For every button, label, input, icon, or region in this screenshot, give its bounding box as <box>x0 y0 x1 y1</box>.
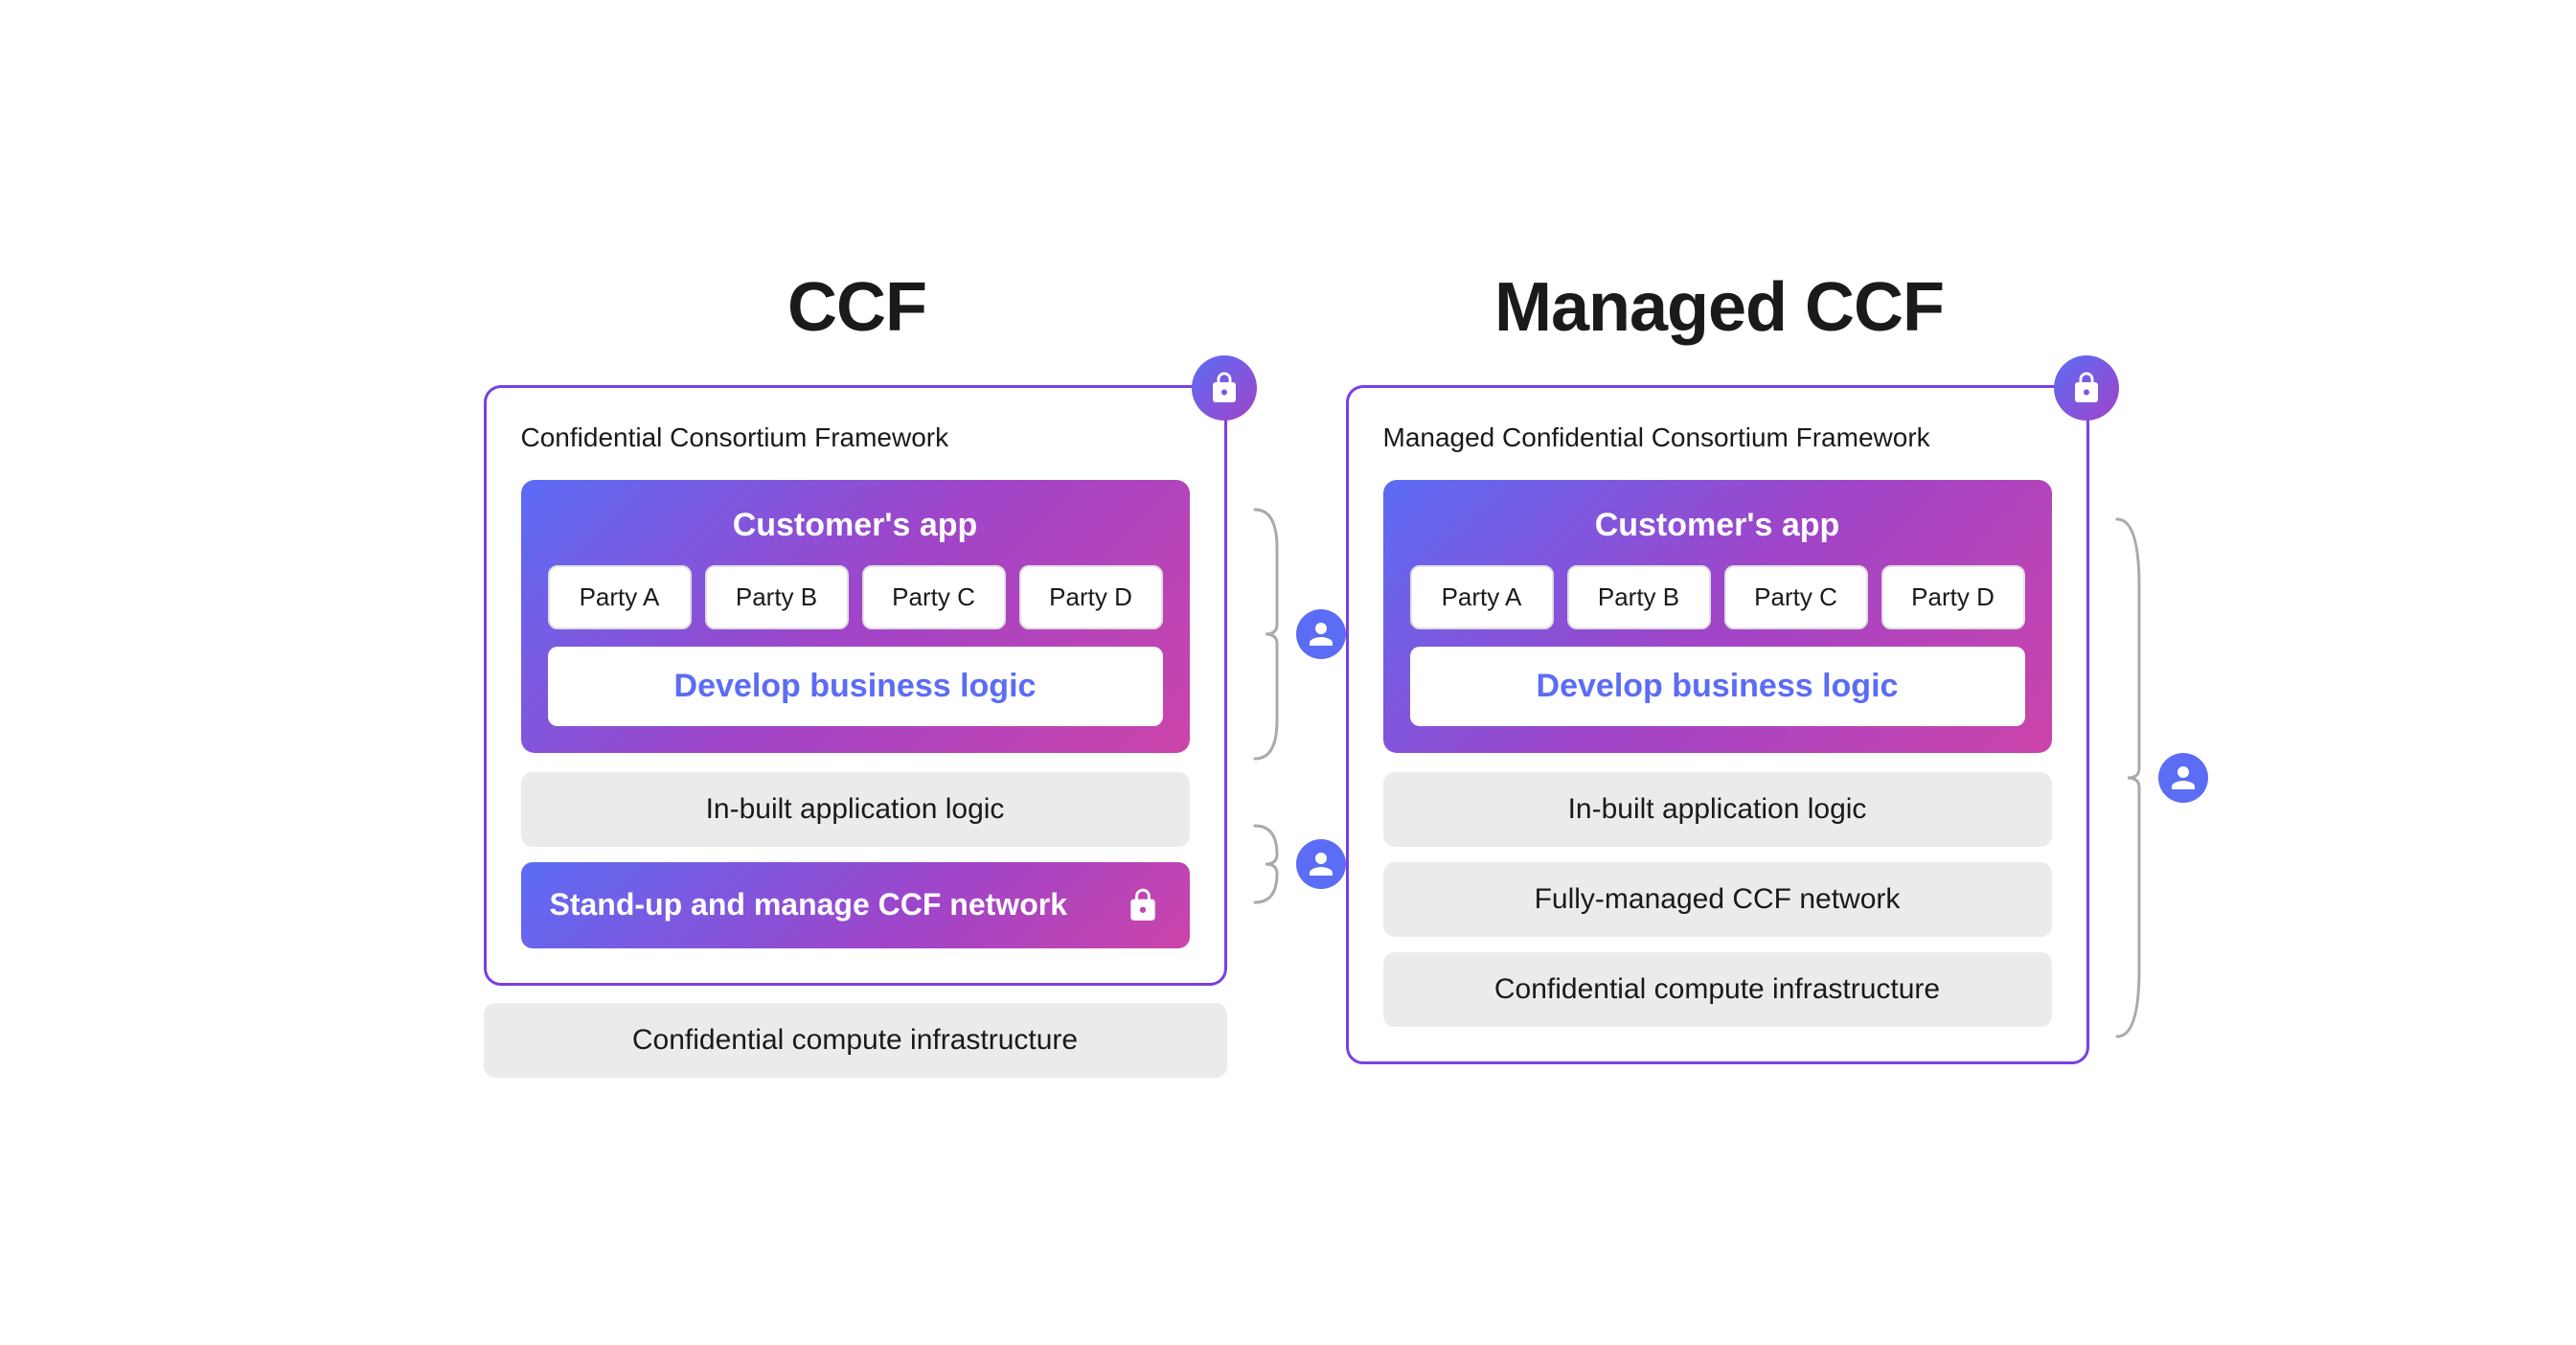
managed-ccf-side-annotations <box>2112 385 2208 1075</box>
ccf-confidential-text: Confidential compute infrastructure <box>632 1024 1078 1056</box>
managed-ccf-diagram: Managed CCF Managed Confidential Consort… <box>1346 268 2093 1075</box>
ccf-inbuilt-box: In-built application logic <box>521 772 1190 847</box>
managed-ccf-party-c: Party C <box>1724 565 1868 629</box>
lock-icon <box>1207 371 1242 405</box>
ccf-party-d: Party D <box>1019 565 1163 629</box>
ccf-diagram-with-side: Confidential Consortium Framework Custom… <box>484 385 1231 1078</box>
ccf-brace-bottom-svg <box>1250 816 1279 912</box>
managed-ccf-diagram-with-side: Managed Confidential Consortium Framewor… <box>1346 385 2093 1075</box>
ccf-confidential-box: Confidential compute infrastructure <box>484 1003 1227 1078</box>
managed-ccf-title: Managed CCF <box>1494 268 1944 347</box>
ccf-diagram: CCF Confidential Consortium Framework Cu… <box>484 268 1231 1078</box>
managed-ccf-customers-app-title: Customer's app <box>1410 507 2025 544</box>
page-container: CCF Confidential Consortium Framework Cu… <box>407 211 2170 1135</box>
ccf-parties-row: Party A Party B Party C Party D <box>548 565 1163 629</box>
managed-ccf-user-icon <box>2158 753 2208 803</box>
ccf-lock-badge <box>1192 355 1257 421</box>
ccf-business-logic-text: Develop business logic <box>674 668 1037 704</box>
managed-ccf-party-a: Party A <box>1410 565 1554 629</box>
ccf-title: CCF <box>787 268 926 347</box>
ccf-customers-app-title: Customer's app <box>548 507 1163 544</box>
managed-ccf-brace-svg <box>2112 510 2141 1046</box>
ccf-standup-text: Stand-up and manage CCF network <box>550 887 1067 923</box>
ccf-party-b: Party B <box>705 565 849 629</box>
managed-ccf-brace-group <box>2112 481 2208 1075</box>
lock-icon <box>2069 371 2104 405</box>
managed-ccf-fully-managed-text: Fully-managed CCF network <box>1535 883 1901 915</box>
managed-ccf-business-logic-text: Develop business logic <box>1537 668 1899 704</box>
ccf-party-a: Party A <box>548 565 692 629</box>
managed-ccf-inbuilt-text: In-built application logic <box>1568 793 1867 825</box>
ccf-inbuilt-text: In-built application logic <box>706 793 1005 825</box>
managed-ccf-confidential-inner-box: Confidential compute infrastructure <box>1383 952 2052 1027</box>
managed-ccf-outer-label: Managed Confidential Consortium Framewor… <box>1383 422 2052 453</box>
user-icon <box>1307 850 1335 878</box>
ccf-brace-top-svg <box>1250 500 1279 768</box>
managed-ccf-confidential-inner-text: Confidential compute infrastructure <box>1494 973 1940 1005</box>
managed-ccf-customers-app-box: Customer's app Party A Party B Party C P… <box>1383 480 2052 753</box>
ccf-outer-label: Confidential Consortium Framework <box>521 422 1190 453</box>
ccf-side-annotations <box>1250 385 1346 922</box>
ccf-brace-bottom-group <box>1250 807 1346 922</box>
ccf-brace-top-group <box>1250 481 1346 787</box>
ccf-business-logic-box: Develop business logic <box>548 647 1163 726</box>
managed-ccf-outer-box: Managed Confidential Consortium Framewor… <box>1346 385 2089 1064</box>
managed-ccf-lock-badge <box>2054 355 2119 421</box>
ccf-standup-lock-icon <box>1125 887 1161 923</box>
managed-ccf-party-b: Party B <box>1567 565 1711 629</box>
ccf-party-c: Party C <box>862 565 1006 629</box>
managed-ccf-parties-row: Party A Party B Party C Party D <box>1410 565 2025 629</box>
managed-ccf-party-d: Party D <box>1881 565 2025 629</box>
ccf-customers-app-box: Customer's app Party A Party B Party C P… <box>521 480 1190 753</box>
user-icon <box>1307 620 1335 649</box>
ccf-outer-box: Confidential Consortium Framework Custom… <box>484 385 1227 986</box>
managed-ccf-inbuilt-box: In-built application logic <box>1383 772 2052 847</box>
ccf-user-icon-top <box>1296 609 1346 659</box>
managed-ccf-fully-managed-box: Fully-managed CCF network <box>1383 862 2052 937</box>
ccf-standup-box: Stand-up and manage CCF network <box>521 862 1190 948</box>
managed-ccf-business-logic-box: Develop business logic <box>1410 647 2025 726</box>
user-icon <box>2169 764 2198 792</box>
ccf-user-icon-bottom <box>1296 839 1346 889</box>
